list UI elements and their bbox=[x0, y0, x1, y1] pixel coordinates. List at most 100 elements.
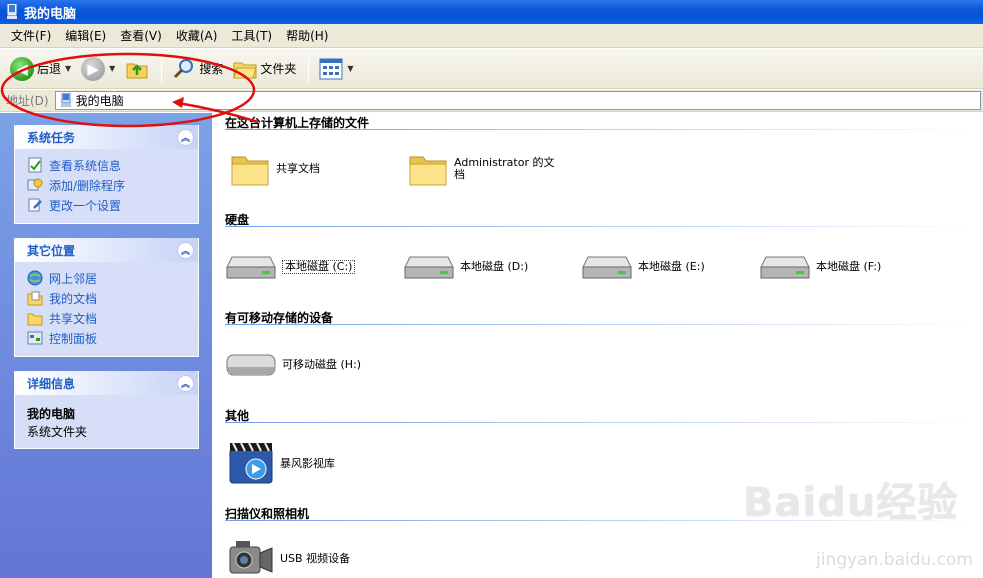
back-button[interactable]: ◀ 后退 ▼ bbox=[6, 52, 75, 86]
item-label: 暴风影视库 bbox=[280, 457, 335, 470]
task-pane: 系统任务 ︽ 查看系统信息 添加/删除程序 更改一个设置 其它位置 ︽ 网上邻居… bbox=[0, 113, 212, 578]
back-arrow-icon: ◀ bbox=[10, 56, 34, 81]
item-removable-disk-h[interactable]: 可移动磁盘 (H:) bbox=[226, 351, 361, 379]
forward-button[interactable]: ▶ ▼ bbox=[77, 52, 119, 86]
menu-tools[interactable]: 工具(T) bbox=[224, 25, 279, 46]
details-panel: 详细信息 ︽ 我的电脑 系统文件夹 bbox=[14, 371, 199, 449]
collapse-icon[interactable]: ︽ bbox=[177, 374, 194, 392]
place-control-panel[interactable]: 控制面板 bbox=[27, 328, 188, 348]
item-drive-d[interactable]: 本地磁盘 (D:) bbox=[404, 253, 528, 281]
hard-drive-icon bbox=[582, 256, 632, 279]
group-divider bbox=[225, 422, 983, 423]
task-label: 添加/删除程序 bbox=[49, 178, 126, 193]
item-label: Administrator 的文档 bbox=[454, 156, 555, 181]
menu-bar: 文件(F) 编辑(E) 查看(V) 收藏(A) 工具(T) 帮助(H) bbox=[0, 24, 983, 48]
other-places-header[interactable]: 其它位置 ︽ bbox=[15, 238, 198, 262]
item-label: USB 视频设备 bbox=[280, 552, 351, 565]
removable-drive-icon bbox=[226, 354, 276, 376]
folder-icon bbox=[231, 156, 269, 186]
back-dropdown-icon[interactable]: ▼ bbox=[65, 64, 71, 73]
item-label: 本地磁盘 (E:) bbox=[638, 260, 705, 273]
item-label: 本地磁盘 (F:) bbox=[816, 260, 882, 273]
panel-body: 查看系统信息 添加/删除程序 更改一个设置 bbox=[15, 149, 198, 223]
watermark-url: jingyan.baidu.com bbox=[816, 550, 973, 570]
place-label: 共享文档 bbox=[49, 311, 98, 326]
item-drive-f[interactable]: 本地磁盘 (F:) bbox=[760, 253, 881, 281]
video-camera-icon bbox=[229, 541, 273, 574]
detail-name: 我的电脑 bbox=[27, 407, 76, 421]
hard-drive-icon bbox=[226, 256, 276, 279]
task-add-remove-programs[interactable]: 添加/删除程序 bbox=[27, 175, 188, 195]
folder-icon bbox=[233, 62, 258, 78]
folder-icon bbox=[27, 313, 43, 326]
system-info-icon bbox=[28, 157, 42, 173]
baidu-watermark: Baidu经验 jingyan.baidu.com bbox=[743, 470, 973, 570]
back-label: 后退 bbox=[37, 62, 62, 76]
item-administrator-documents[interactable]: Administrator 的文档 bbox=[408, 149, 554, 189]
place-label: 网上邻居 bbox=[49, 271, 98, 286]
menu-favorites[interactable]: 收藏(A) bbox=[169, 25, 225, 46]
up-button[interactable] bbox=[121, 52, 153, 86]
control-panel-icon bbox=[27, 331, 43, 345]
place-label: 我的文档 bbox=[49, 291, 98, 306]
computer-icon bbox=[7, 4, 17, 19]
item-media-library[interactable]: 暴风影视库 bbox=[228, 441, 335, 487]
forward-dropdown-icon[interactable]: ▼ bbox=[109, 64, 115, 73]
item-shared-documents[interactable]: 共享文档 bbox=[230, 149, 320, 189]
place-shared-documents[interactable]: 共享文档 bbox=[27, 308, 188, 328]
folders-label: 文件夹 bbox=[260, 62, 297, 76]
place-network[interactable]: 网上邻居 bbox=[27, 268, 188, 288]
panel-title: 其它位置 bbox=[27, 243, 76, 258]
menu-help[interactable]: 帮助(H) bbox=[279, 25, 335, 46]
item-label: 共享文档 bbox=[276, 162, 320, 175]
panel-body: 网上邻居 我的文档 共享文档 控制面板 bbox=[15, 262, 198, 356]
collapse-icon[interactable]: ︽ bbox=[177, 241, 194, 259]
item-drive-c[interactable]: 本地磁盘 (C:) bbox=[226, 253, 356, 281]
window-title: 我的电脑 bbox=[24, 6, 77, 22]
address-bar: 地址(D) 我的电脑 bbox=[0, 90, 983, 112]
hard-drive-icon bbox=[404, 256, 454, 279]
forward-arrow-icon: ▶ bbox=[81, 56, 106, 81]
folder-icon bbox=[409, 156, 447, 186]
folder-up-icon bbox=[126, 63, 148, 78]
place-label: 控制面板 bbox=[49, 331, 98, 346]
details-header[interactable]: 详细信息 ︽ bbox=[15, 371, 198, 395]
item-drive-e[interactable]: 本地磁盘 (E:) bbox=[582, 253, 705, 281]
place-my-documents[interactable]: 我的文档 bbox=[27, 288, 188, 308]
task-label: 更改一个设置 bbox=[49, 198, 122, 213]
group-divider bbox=[225, 324, 983, 325]
menu-edit[interactable]: 编辑(E) bbox=[58, 25, 113, 46]
task-change-setting[interactable]: 更改一个设置 bbox=[27, 195, 188, 215]
search-button[interactable]: 搜索 bbox=[168, 52, 227, 86]
watermark-logo: Baidu经验 bbox=[743, 480, 959, 526]
item-usb-video-device[interactable]: USB 视频设备 bbox=[228, 539, 350, 578]
task-label: 查看系统信息 bbox=[49, 158, 122, 173]
group-divider bbox=[225, 226, 983, 227]
views-button[interactable]: ▼ bbox=[315, 52, 357, 86]
hard-drive-icon bbox=[760, 256, 810, 279]
item-label: 本地磁盘 (C:) bbox=[282, 260, 356, 274]
address-value: 我的电脑 bbox=[75, 94, 124, 108]
toolbar-separator bbox=[161, 53, 163, 84]
search-label: 搜索 bbox=[199, 62, 224, 76]
views-dropdown-icon[interactable]: ▼ bbox=[347, 64, 353, 73]
folders-button[interactable]: 文件夹 bbox=[229, 52, 300, 86]
panel-title: 系统任务 bbox=[27, 130, 76, 145]
menu-file[interactable]: 文件(F) bbox=[4, 25, 58, 46]
settings-icon bbox=[28, 198, 42, 212]
item-label: 本地磁盘 (D:) bbox=[460, 260, 529, 273]
item-label: 可移动磁盘 (H:) bbox=[282, 358, 362, 371]
task-view-system-info[interactable]: 查看系统信息 bbox=[27, 155, 188, 175]
computer-icon bbox=[60, 93, 71, 107]
detail-type: 系统文件夹 bbox=[27, 425, 88, 439]
toolbar: ◀ 后退 ▼ ▶ ▼ 搜索 文件夹 ▼ bbox=[0, 49, 983, 89]
add-remove-icon bbox=[27, 178, 43, 191]
system-tasks-panel: 系统任务 ︽ 查看系统信息 添加/删除程序 更改一个设置 bbox=[14, 125, 199, 224]
panel-title: 详细信息 bbox=[27, 376, 76, 391]
address-input[interactable]: 我的电脑 bbox=[54, 91, 981, 110]
system-tasks-header[interactable]: 系统任务 ︽ bbox=[15, 125, 198, 149]
search-icon bbox=[174, 58, 194, 78]
toolbar-separator bbox=[308, 53, 310, 84]
collapse-icon[interactable]: ︽ bbox=[177, 128, 194, 146]
menu-view[interactable]: 查看(V) bbox=[113, 25, 169, 46]
